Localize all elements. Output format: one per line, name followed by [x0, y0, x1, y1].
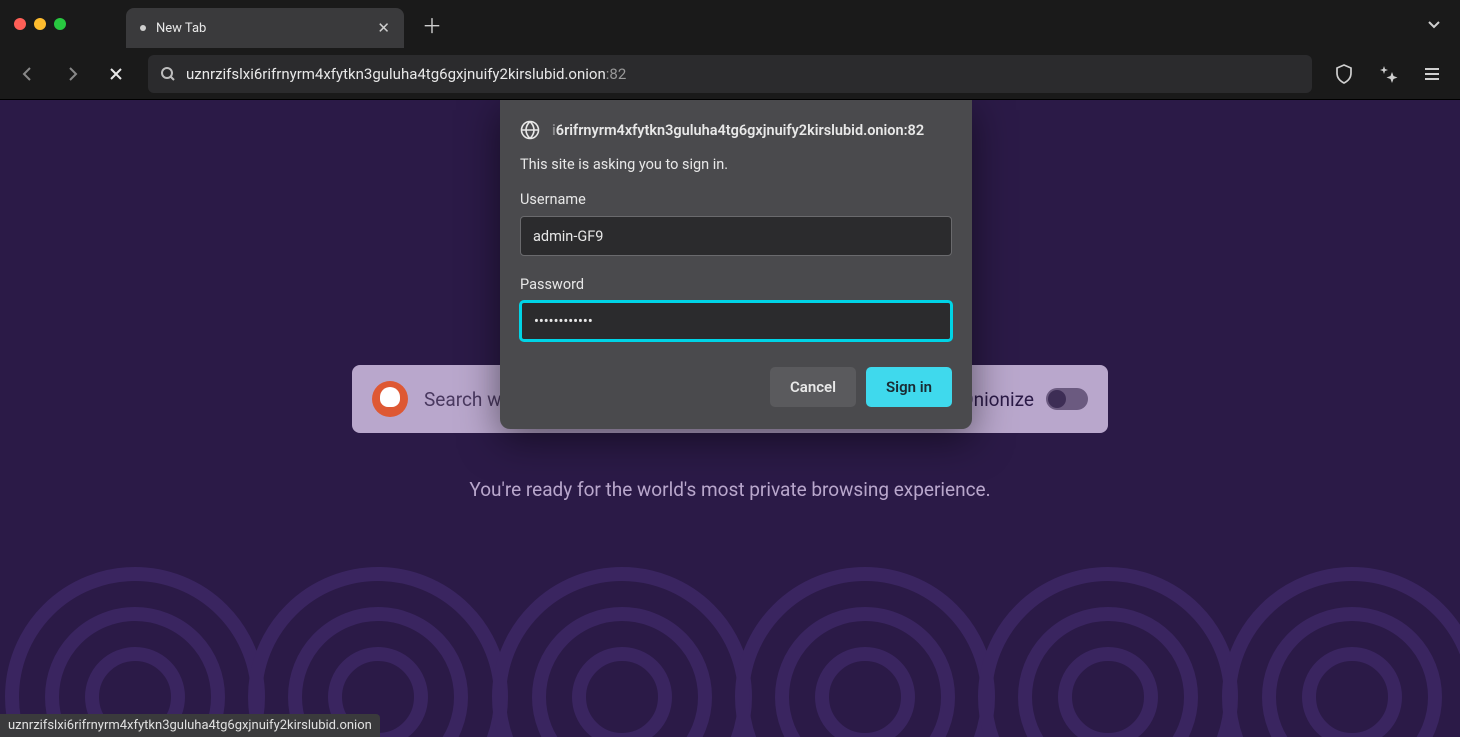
- new-tab-button[interactable]: ＋: [418, 10, 446, 38]
- maximize-window-button[interactable]: [54, 18, 66, 30]
- close-window-button[interactable]: [14, 18, 26, 30]
- back-button[interactable]: [10, 56, 46, 92]
- stop-button[interactable]: [98, 56, 134, 92]
- status-bar: uznrzifslxi6rifrnyrm4xfytkn3guluha4tg6gx…: [0, 714, 380, 737]
- minimize-window-button[interactable]: [34, 18, 46, 30]
- username-label: Username: [520, 191, 952, 208]
- forward-button[interactable]: [54, 56, 90, 92]
- tab-title: New Tab: [156, 21, 367, 36]
- onionize-control: Onionize: [961, 388, 1089, 411]
- signin-button[interactable]: Sign in: [866, 367, 952, 407]
- globe-icon: [520, 120, 540, 140]
- page-content: Search w Onionize You're ready for the w…: [0, 100, 1460, 737]
- address-bar[interactable]: uznrzifslxi6rifrnyrm4xfytkn3guluha4tg6gx…: [148, 55, 1312, 93]
- duckduckgo-logo-icon: [372, 381, 408, 417]
- http-auth-dialog: i6rifrnyrm4xfytkn3guluha4tg6gxjnuify2kir…: [500, 100, 972, 429]
- url-text: uznrzifslxi6rifrnyrm4xfytkn3guluha4tg6gx…: [186, 65, 1300, 83]
- background-decoration: [0, 537, 1460, 737]
- titlebar: New Tab ✕ ＋: [0, 0, 1460, 48]
- search-icon: [160, 66, 176, 82]
- tagline-text: You're ready for the world's most privat…: [469, 478, 990, 501]
- menu-button[interactable]: [1414, 56, 1450, 92]
- sparkle-icon[interactable]: [1370, 56, 1406, 92]
- password-label: Password: [520, 276, 952, 293]
- navigation-toolbar: uznrzifslxi6rifrnyrm4xfytkn3guluha4tg6gx…: [0, 48, 1460, 100]
- loading-dot-icon: [140, 25, 146, 31]
- auth-host: i6rifrnyrm4xfytkn3guluha4tg6gxjnuify2kir…: [552, 122, 924, 139]
- username-input[interactable]: [520, 216, 952, 256]
- tab-strip: New Tab ✕ ＋: [126, 0, 446, 48]
- list-all-tabs-button[interactable]: [1426, 16, 1442, 32]
- auth-button-row: Cancel Sign in: [520, 367, 952, 407]
- shield-icon[interactable]: [1326, 56, 1362, 92]
- tab-new-tab[interactable]: New Tab ✕: [126, 8, 404, 48]
- auth-message: This site is asking you to sign in.: [520, 156, 952, 173]
- window-controls: [14, 18, 66, 30]
- password-input[interactable]: [520, 301, 952, 341]
- close-tab-button[interactable]: ✕: [377, 19, 390, 37]
- cancel-button[interactable]: Cancel: [770, 367, 856, 407]
- auth-header: i6rifrnyrm4xfytkn3guluha4tg6gxjnuify2kir…: [520, 120, 952, 140]
- onionize-toggle[interactable]: [1046, 388, 1088, 410]
